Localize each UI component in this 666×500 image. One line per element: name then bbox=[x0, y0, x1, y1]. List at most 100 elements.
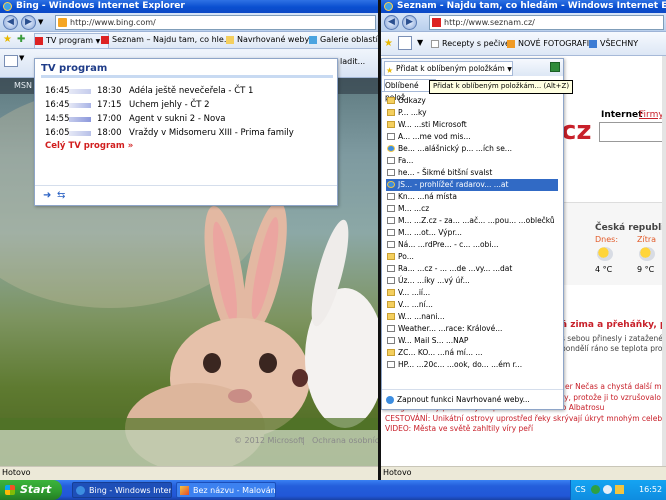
enable-suggested-sites-link[interactable]: Zapnout funkci Navrhované weby... bbox=[386, 395, 530, 404]
favorites-list-item[interactable]: Fa... bbox=[386, 155, 556, 167]
taskbar-item-paint[interactable]: Bez názvu - Malování bbox=[176, 482, 276, 498]
photo-icon bbox=[507, 40, 515, 48]
favorites-list-item[interactable]: he... - Šikmé bitšní svalst bbox=[386, 167, 556, 179]
favorite-label: W... ...nani... bbox=[398, 312, 445, 321]
tv-row[interactable]: 16:45 17:15 Uchem jehly - ČT 2 bbox=[43, 99, 333, 112]
weather-widget: Česká republika Dnes: Zítra 4 °C 9 °C bbox=[561, 202, 666, 285]
fav-item-recepty[interactable]: Recepty s pečive... bbox=[431, 37, 514, 51]
left-status-text: Hotovo bbox=[2, 468, 31, 477]
tools-menu-partial[interactable]: ladit... bbox=[340, 57, 365, 66]
favorites-list-item[interactable]: P... ...ky bbox=[386, 107, 556, 119]
tv-full-program-link[interactable]: Celý TV program » bbox=[45, 141, 133, 151]
tv-row[interactable]: 16:45 18:30 Adéla ještě nevečeřela - ČT … bbox=[43, 85, 333, 98]
favorites-list-item-selected[interactable]: JS... - prohlížeč radarov... ...at bbox=[386, 179, 558, 191]
quick-tabs-icon[interactable] bbox=[4, 55, 18, 67]
tv-popup-footer-divider bbox=[35, 185, 337, 186]
news-link[interactable]: CESTOVÁNÍ: Unikátní ostrovy uprostřed ře… bbox=[385, 414, 666, 425]
forward-button[interactable]: ▶ bbox=[402, 15, 417, 30]
favorites-list-item[interactable]: M... ...ot... Výpr... bbox=[386, 227, 556, 239]
tab-list-dropdown-icon[interactable]: ▼ bbox=[417, 38, 423, 47]
favorites-list-item[interactable]: HP... ...20c... ...ook, do... ...ém r... bbox=[386, 359, 556, 371]
fav-item-seznam[interactable]: Seznam – Najdu tam, co hle... bbox=[101, 33, 230, 47]
page-icon bbox=[431, 40, 439, 48]
clock[interactable]: 16:52 bbox=[639, 480, 662, 500]
favorites-list-item[interactable]: W... Mail S... ...NAP bbox=[386, 335, 556, 347]
news-headline[interactable]: ā zima a přeháňky, pak bbox=[561, 320, 666, 330]
back-button[interactable]: ◀ bbox=[3, 15, 18, 30]
favorites-list-item[interactable]: V... ...ní... bbox=[386, 299, 556, 311]
fav-item-webslice[interactable]: Galerie oblastí Web Sl bbox=[309, 33, 378, 47]
start-button[interactable]: Start bbox=[0, 480, 62, 500]
left-url-field[interactable]: http://www.bing.com/ bbox=[55, 15, 376, 30]
favorites-list-item[interactable]: ZC... KO... ...ná mí... ... bbox=[386, 347, 556, 359]
add-favorite-icon[interactable]: ✚ bbox=[17, 34, 25, 45]
weather-tomorrow-label: Zítra bbox=[637, 235, 657, 244]
history-dropdown-icon[interactable]: ▼ bbox=[38, 18, 43, 26]
search-tab-internet[interactable]: Internet bbox=[601, 110, 642, 120]
search-input[interactable] bbox=[599, 122, 666, 142]
suggested-sites-label: Zapnout funkci Navrhované weby... bbox=[397, 395, 530, 404]
favorites-list-item[interactable]: Ná... ...rdPre... - c... ...obi... bbox=[386, 239, 556, 251]
fav-item-fotografie[interactable]: NOVÉ FOTOGRAFIE bbox=[507, 37, 598, 51]
tv-row[interactable]: 14:55 17:00 Agent v sukni 2 - Nova bbox=[43, 113, 333, 126]
favorites-list-item[interactable]: Po... bbox=[386, 251, 556, 263]
search-tab-firmy[interactable]: Firmy bbox=[639, 110, 664, 120]
left-status-bar: Hotovo bbox=[0, 466, 378, 480]
fav-label: Recepty s pečive... bbox=[442, 39, 514, 48]
ie-page-icon bbox=[387, 145, 395, 152]
favorites-list-item[interactable]: M... ...Z.cz - za... ...ač... ...pou... … bbox=[386, 215, 556, 227]
vertical-scrollbar[interactable] bbox=[662, 56, 666, 466]
fav-label: Seznam – Najdu tam, co hle... bbox=[112, 35, 230, 44]
favorites-star-icon[interactable]: ★ bbox=[3, 34, 12, 45]
favorites-list-item[interactable]: W... ...nani... bbox=[386, 311, 556, 323]
fav-item-tv-program[interactable]: TV program ▼ bbox=[34, 33, 109, 48]
footer-copyright: © 2012 Microsoft bbox=[234, 436, 304, 445]
favorites-list-item[interactable]: M... ...cz bbox=[386, 203, 556, 215]
network-icon[interactable] bbox=[591, 485, 600, 494]
news-link[interactable]: VIDEO: Města ve světě zahltily víry peří bbox=[385, 424, 666, 435]
page-icon bbox=[387, 193, 395, 200]
quick-tabs-icon[interactable] bbox=[398, 36, 412, 50]
footer-separator: | bbox=[302, 436, 305, 445]
favorite-label: M... ...cz bbox=[398, 204, 430, 213]
add-favorites-label: Přidat k oblíbeným položkám bbox=[396, 64, 505, 73]
language-indicator[interactable]: CS bbox=[575, 480, 586, 500]
tv-show-name: Vraždy v Midsomeru XIII - Prima family bbox=[129, 128, 294, 138]
right-title-bar[interactable]: Seznam - Najdu tam, co hledám - Windows … bbox=[381, 0, 666, 13]
refresh-icon[interactable]: ⇆ bbox=[57, 190, 65, 201]
ie-icon bbox=[3, 2, 12, 11]
favorite-label: Kn... ...ná místa bbox=[398, 192, 457, 201]
favorites-list-item[interactable]: Weather... ...race: Králové... bbox=[386, 323, 556, 335]
right-url-field[interactable]: http://www.seznam.cz/ bbox=[429, 15, 664, 30]
favorites-list-item[interactable]: W... ...sti Microsoft bbox=[386, 119, 556, 131]
favorites-list-item[interactable]: Be... ...alášnický p... ...ích se... bbox=[386, 143, 556, 155]
forward-button[interactable]: ▶ bbox=[21, 15, 36, 30]
fav-item-suggested[interactable]: Navrhované weby ▼ bbox=[226, 33, 315, 47]
favorites-list-item[interactable]: Ra... ...cz - ... ...de ...vy... ...dat bbox=[386, 263, 556, 275]
go-arrow-icon[interactable]: ➜ bbox=[43, 190, 51, 201]
left-title-bar[interactable]: Bing - Windows Internet Explorer bbox=[0, 0, 378, 13]
favorites-list-item[interactable]: Kn... ...ná místa bbox=[386, 191, 556, 203]
tab-list-dropdown-icon[interactable]: ▼ bbox=[19, 54, 24, 62]
add-to-favorites-button[interactable]: ★ Přidat k oblíbeným položkám ▼ bbox=[384, 61, 513, 76]
back-button[interactable]: ◀ bbox=[384, 15, 399, 30]
favorites-star-icon[interactable]: ★ bbox=[384, 38, 393, 49]
bing-footer: © 2012 Microsoft | Ochrana osobních bbox=[0, 430, 378, 466]
footer-privacy-link[interactable]: Ochrana osobních bbox=[312, 436, 378, 445]
seznam-favicon bbox=[432, 18, 441, 27]
tv-row[interactable]: 16:05 18:00 Vraždy v Midsomeru XIII - Pr… bbox=[43, 127, 333, 140]
volume-icon[interactable] bbox=[615, 485, 624, 494]
right-url-text: http://www.seznam.cz/ bbox=[444, 18, 535, 27]
pin-panel-icon[interactable] bbox=[550, 62, 560, 72]
taskbar-item-ie[interactable]: Bing - Windows Inter... bbox=[72, 482, 172, 498]
left-window-title: Bing - Windows Internet Explorer bbox=[16, 1, 185, 11]
folder-icon bbox=[387, 301, 395, 308]
favorites-list-item[interactable]: V... ...ií... bbox=[386, 287, 556, 299]
security-icon[interactable] bbox=[603, 485, 612, 494]
tv-end-time: 17:15 bbox=[97, 100, 122, 110]
tv-progress-bar bbox=[69, 117, 91, 122]
favorites-list-item[interactable]: Úz... ...íky ...vý úř... bbox=[386, 275, 556, 287]
favorites-list-item[interactable]: A... ...me vod mis... bbox=[386, 131, 556, 143]
fav-item-vsechny[interactable]: VŠECHNY bbox=[589, 37, 666, 51]
favorites-list-item[interactable]: Odkazy bbox=[386, 95, 556, 107]
